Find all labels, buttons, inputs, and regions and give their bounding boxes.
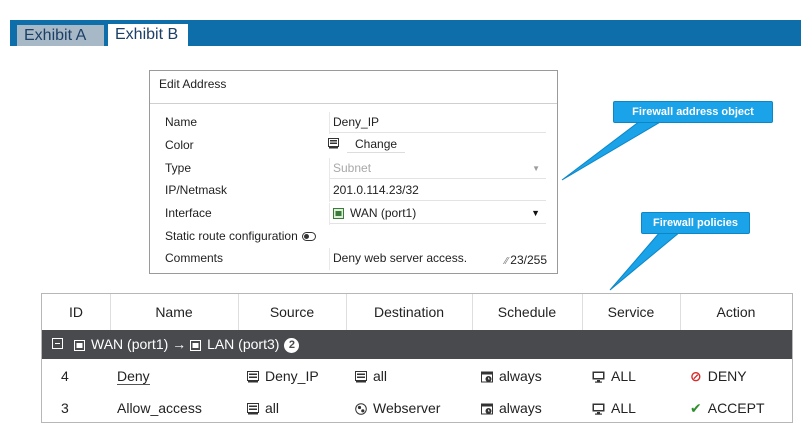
name-input[interactable]: Deny_IP (333, 115, 379, 129)
source-value: all (265, 400, 280, 416)
schedule-value: always (499, 400, 542, 416)
policy-id: 4 (61, 368, 69, 384)
service-value: ALL (611, 368, 636, 384)
policy-name-link[interactable]: Allow_access (117, 400, 202, 416)
policy-schedule: always (481, 392, 542, 426)
chevron-down-icon: ▼ (532, 164, 540, 173)
change-color-button[interactable]: Change (347, 136, 406, 153)
col-name[interactable]: Name (110, 294, 238, 330)
col-schedule[interactable]: Schedule (472, 294, 582, 330)
address-icon (247, 394, 259, 426)
interface-row: Interface WAN (port1) ▼ (150, 203, 557, 225)
policy-schedule: always (481, 360, 542, 394)
action-value: ACCEPT (707, 400, 765, 416)
port-icon (333, 208, 344, 222)
type-select[interactable]: Subnet (333, 161, 371, 175)
color-row: Color Change (150, 135, 557, 157)
col-action[interactable]: Action (680, 294, 792, 330)
service-icon (592, 362, 605, 394)
group-arrow: → (172, 336, 187, 352)
interface-label: Interface (165, 206, 212, 220)
policy-name-link[interactable]: Deny (117, 369, 150, 385)
group-from: WAN (port1) (91, 336, 169, 352)
dialog-divider (150, 103, 557, 104)
policy-destination: all (355, 360, 387, 394)
policy-destination: Webserver (355, 392, 440, 426)
type-label: Type (165, 161, 192, 175)
static-route-row: Static route configuration (150, 226, 557, 248)
ipnetmask-row: IP/Netmask 201.0.114.23/32 (150, 180, 557, 202)
col-source[interactable]: Source (238, 294, 346, 330)
destination-value: all (373, 368, 388, 384)
address-icon (355, 362, 367, 394)
schedule-value: always (499, 368, 542, 384)
schedule-icon (481, 362, 493, 394)
policy-name[interactable]: Deny (117, 360, 150, 392)
callout-firewall-policies: Firewall policies (641, 212, 750, 234)
address-icon (247, 362, 259, 394)
static-route-text: Static route configuration (165, 229, 298, 243)
policy-service: ALL (592, 360, 636, 394)
group-to: LAN (port3) (207, 336, 280, 352)
comments-counter: ⁄⁄ 23/255 (505, 253, 547, 267)
static-route-label: Static route configuration (165, 229, 316, 243)
destination-value: Webserver (373, 400, 441, 416)
dialog-title: Edit Address (159, 77, 227, 91)
table-row[interactable]: 3 Allow_access all Webserver always ALL … (42, 392, 792, 424)
checkmark-icon: ✔ (690, 400, 702, 416)
char-count: 23/255 (510, 253, 547, 267)
server-icon (355, 394, 367, 426)
policy-source: all (247, 392, 279, 426)
name-label: Name (165, 115, 198, 129)
callout-firewall-address-object: Firewall address object (613, 101, 773, 123)
service-value: ALL (611, 400, 636, 416)
comments-row: Comments Deny web server access. ⁄⁄ 23/25… (150, 248, 557, 270)
service-icon (592, 394, 605, 426)
group-label: WAN (port1) → LAN (port3) 2 (74, 330, 300, 361)
policy-group-header[interactable]: WAN (port1) → LAN (port3) 2 (42, 330, 792, 359)
resize-handle-icon[interactable]: ⁄⁄ (505, 256, 508, 267)
edit-address-dialog: Edit Address Name Deny_IP Color Change T… (149, 70, 558, 274)
group-count-badge: 2 (284, 338, 300, 353)
policy-source: Deny_IP (247, 360, 319, 394)
policy-action: ⊘ DENY (690, 360, 747, 392)
col-service[interactable]: Service (582, 294, 680, 330)
action-value: DENY (707, 368, 747, 384)
policy-name[interactable]: Allow_access (117, 392, 202, 424)
table-row[interactable]: 4 Deny Deny_IP all always ALL ⊘ DENY (42, 360, 792, 392)
port-icon (74, 332, 85, 361)
policy-action: ✔ ACCEPT (690, 392, 765, 424)
address-color-icon (328, 138, 339, 152)
collapse-icon[interactable] (52, 338, 63, 349)
interface-value: WAN (port1) (350, 206, 417, 220)
policy-service: ALL (592, 392, 636, 426)
port-icon (190, 332, 202, 361)
policy-table: ID Name Source Destination Schedule Serv… (41, 293, 793, 423)
ipnetmask-input[interactable]: 201.0.114.23/32 (333, 183, 419, 197)
ipnetmask-label: IP/Netmask (165, 183, 228, 197)
type-row: Type Subnet ▼ (150, 158, 557, 180)
schedule-icon (481, 394, 493, 426)
col-id[interactable]: ID (42, 294, 110, 330)
comments-label: Comments (165, 251, 224, 265)
comments-textarea[interactable]: Deny web server access. (333, 251, 467, 265)
source-value: Deny_IP (265, 368, 319, 384)
static-route-toggle[interactable] (301, 232, 316, 241)
interface-select[interactable]: WAN (port1) (333, 206, 416, 222)
deny-icon: ⊘ (690, 368, 702, 384)
col-destination[interactable]: Destination (346, 294, 472, 330)
policy-id: 3 (61, 400, 69, 416)
name-row: Name Deny_IP (150, 112, 557, 134)
table-header: ID Name Source Destination Schedule Serv… (42, 294, 792, 331)
chevron-down-icon: ▼ (531, 208, 540, 218)
color-label: Color (165, 138, 194, 152)
